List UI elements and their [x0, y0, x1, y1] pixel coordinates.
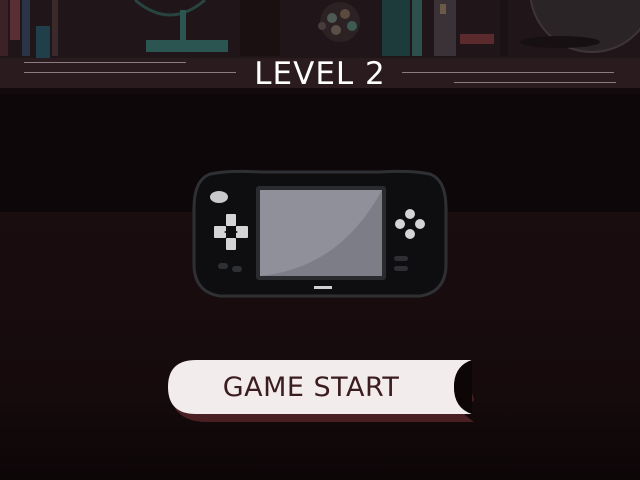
box-decor	[460, 34, 494, 44]
start-pill-button	[232, 266, 242, 272]
game-screen: LEVEL 2 GAME START	[0, 0, 640, 480]
globe-arc-decor	[134, 0, 206, 17]
wall-panel-decor	[240, 0, 280, 56]
book-decor	[22, 0, 30, 56]
book-decor	[412, 0, 422, 56]
globe-stand-decor	[180, 10, 186, 40]
level-title: LEVEL 2	[254, 56, 386, 92]
menu-button	[394, 266, 408, 271]
handheld-game-console-icon	[192, 169, 448, 298]
game-start-button[interactable]: GAME START	[166, 360, 476, 422]
book-decor	[52, 0, 58, 56]
book-decor	[0, 0, 8, 56]
game-start-label: GAME START	[222, 372, 400, 403]
shoulder-button	[210, 191, 228, 203]
globe-base-decor	[146, 40, 228, 52]
book-decor	[10, 0, 20, 40]
handheld-console	[190, 168, 450, 304]
option-button	[394, 256, 408, 261]
speaker-slot	[314, 286, 332, 289]
book-decor	[382, 0, 410, 56]
select-button	[218, 263, 228, 269]
